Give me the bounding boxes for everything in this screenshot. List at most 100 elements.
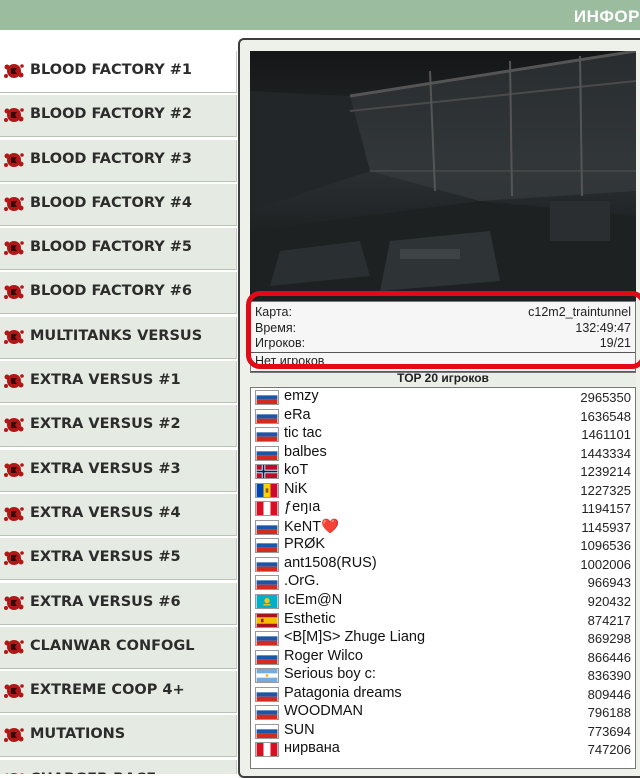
sidebar-item-server[interactable]: MUTATIONS [0, 715, 237, 758]
player-name[interactable]: eRa [284, 407, 311, 423]
sidebar-item-label: EXTRA VERSUS #4 [30, 504, 181, 521]
blood-splatter-icon [4, 462, 24, 477]
flag-icon [255, 668, 279, 684]
player-name[interactable]: Roger Wilco [284, 648, 363, 664]
player-row: eRa 1636548 [251, 407, 635, 426]
player-score: 1194157 [581, 501, 631, 517]
flag-icon [255, 427, 279, 443]
player-row: Roger Wilco 866446 [251, 648, 635, 667]
sidebar-item-server[interactable]: BLOOD FACTORY #4 [0, 183, 237, 226]
player-name[interactable]: PRØK [284, 536, 325, 552]
player-row: IcEm@N 920432 [251, 592, 635, 611]
sidebar-item-server[interactable]: CHARGER RACE [0, 759, 237, 774]
player-score: 1145937 [581, 519, 631, 535]
player-row: ƒeŋıa 1194157 [251, 499, 635, 518]
sidebar-item-label: MULTITANKS VERSUS [30, 327, 203, 344]
player-row: Patagonia dreams 809446 [251, 685, 635, 704]
sidebar-item-server[interactable]: EXTREME COOP 4+ [0, 671, 237, 714]
flag-icon [255, 408, 279, 424]
sidebar-item-label: BLOOD FACTORY #1 [30, 62, 192, 78]
player-row: PRØK 1096536 [251, 536, 635, 555]
sidebar-item-server[interactable]: EXTRA VERSUS #3 [0, 449, 237, 492]
sidebar-item-server[interactable]: BLOOD FACTORY #6 [0, 272, 237, 315]
top-players-header: TOP 20 игроков [250, 373, 636, 386]
player-name[interactable]: NiK [284, 481, 307, 497]
player-name[interactable]: IcEm@N [284, 592, 342, 608]
player-name[interactable]: <B[M]S> Zhuge Liang [284, 629, 425, 645]
blood-splatter-icon [5, 772, 24, 774]
player-name[interactable]: KeNT❤️ [284, 518, 339, 535]
player-row: SUN 773694 [251, 722, 635, 741]
sidebar-item-label: EXTRA VERSUS #5 [30, 549, 181, 566]
player-score: 1002006 [580, 556, 631, 572]
flag-icon [255, 445, 279, 461]
player-row: <B[M]S> Zhuge Liang 869298 [251, 629, 635, 648]
sidebar-item-server[interactable]: EXTRA VERSUS #4 [0, 493, 237, 536]
blood-splatter-icon [4, 684, 24, 699]
sidebar-item-server[interactable]: BLOOD FACTORY #2 [0, 95, 237, 138]
player-name[interactable]: Patagonia dreams [284, 685, 402, 701]
blood-splatter-icon [4, 108, 24, 123]
player-name[interactable]: нирвана [284, 740, 340, 756]
player-score: 1461101 [581, 427, 631, 443]
sidebar-item-label: BLOOD FACTORY #3 [30, 150, 192, 167]
header-title: ИНФОР [573, 7, 640, 26]
sidebar-item-label: MUTATIONS [30, 726, 126, 743]
player-row: Serious boy c: 836390 [251, 666, 635, 685]
player-score: 773694 [587, 723, 631, 739]
player-name[interactable]: ant1508(RUS) [284, 555, 377, 571]
blood-splatter-icon [4, 374, 24, 389]
sidebar-item-server[interactable]: EXTRA VERSUS #2 [0, 405, 237, 448]
sidebar-item-server[interactable]: BLOOD FACTORY #1 [0, 51, 237, 93]
sidebar-item-server[interactable]: CLANWAR CONFOGL [0, 626, 237, 669]
player-name[interactable]: emzy [284, 388, 319, 404]
player-name[interactable]: balbes [284, 444, 327, 460]
sidebar-item-label: BLOOD FACTORY #6 [30, 283, 192, 300]
player-name[interactable]: Serious boy c: [284, 666, 376, 682]
player-score: 1096536 [580, 538, 631, 554]
player-row: нирвана 747206 [251, 740, 635, 759]
player-name[interactable]: tic tac [284, 425, 322, 441]
player-name[interactable]: .OrG. [284, 573, 319, 589]
sidebar-item-label: EXTRA VERSUS #6 [30, 593, 181, 610]
sidebar-item-server[interactable]: EXTRA VERSUS #6 [0, 582, 237, 625]
sidebar-item-server[interactable]: BLOOD FACTORY #5 [0, 228, 237, 271]
sidebar-item-server[interactable]: BLOOD FACTORY #3 [0, 139, 237, 182]
blood-splatter-icon [4, 418, 24, 433]
blood-splatter-icon [4, 196, 24, 211]
flag-icon [255, 482, 279, 498]
flag-icon [255, 519, 279, 535]
player-row: Esthetic 874217 [251, 611, 635, 630]
sidebar-item-label: EXTRA VERSUS #1 [30, 372, 181, 389]
player-name[interactable]: WOODMAN [284, 703, 363, 719]
player-name[interactable]: SUN [284, 722, 315, 738]
player-score: 874217 [587, 612, 631, 628]
player-row: .OrG. 966943 [251, 573, 635, 592]
flag-icon [255, 538, 279, 554]
sidebar-item-server[interactable]: EXTRA VERSUS #1 [0, 361, 237, 404]
sidebar-item-label: BLOOD FACTORY #2 [30, 106, 192, 123]
map-screenshot [250, 51, 636, 301]
player-row: WOODMAN 796188 [251, 703, 635, 722]
player-row: koT 1239214 [251, 462, 635, 481]
top-players-list: emzy 2965350 eRa 1636548 tic tac 1461101 balbe… [250, 387, 636, 769]
player-score: 1443334 [580, 445, 631, 461]
player-name[interactable]: koT [284, 462, 308, 478]
blood-splatter-icon [4, 329, 24, 344]
flag-icon [255, 556, 279, 572]
blood-splatter-icon [4, 152, 24, 167]
player-score: 1239214 [580, 464, 631, 480]
flag-icon [255, 705, 279, 721]
player-name[interactable]: ƒeŋıa [284, 499, 320, 515]
flag-icon [255, 612, 279, 628]
player-score: 2965350 [580, 390, 631, 405]
map-image [250, 51, 636, 301]
blood-splatter-icon [4, 551, 24, 566]
flag-icon [255, 742, 279, 758]
blood-splatter-icon [4, 728, 24, 743]
server-sidebar: BLOOD FACTORY #1 BLOOD FACTORY #2 BLOOD FA… [0, 51, 237, 774]
player-name[interactable]: Esthetic [284, 611, 336, 627]
player-score: 966943 [587, 575, 631, 591]
sidebar-item-server[interactable]: MULTITANKS VERSUS [0, 316, 237, 359]
sidebar-item-server[interactable]: EXTRA VERSUS #5 [0, 538, 237, 581]
